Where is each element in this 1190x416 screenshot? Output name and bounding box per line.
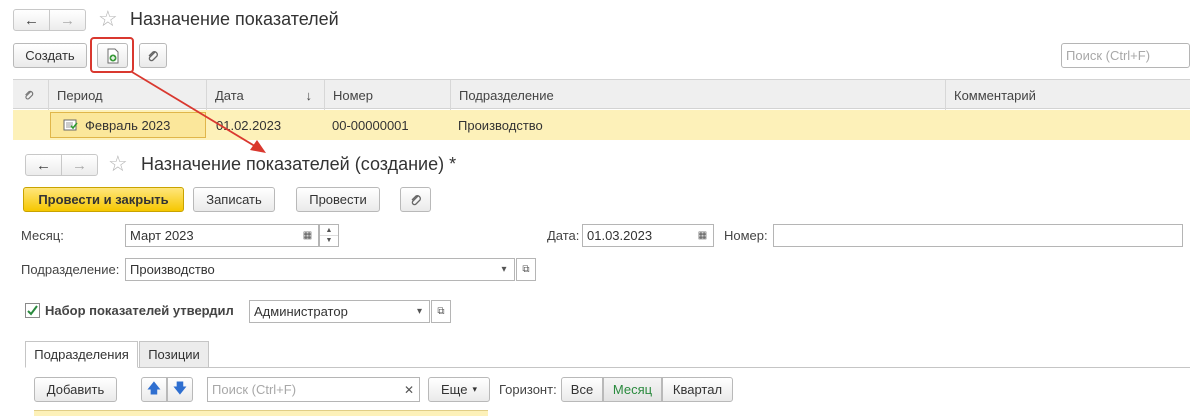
callout-arrow xyxy=(131,71,266,153)
